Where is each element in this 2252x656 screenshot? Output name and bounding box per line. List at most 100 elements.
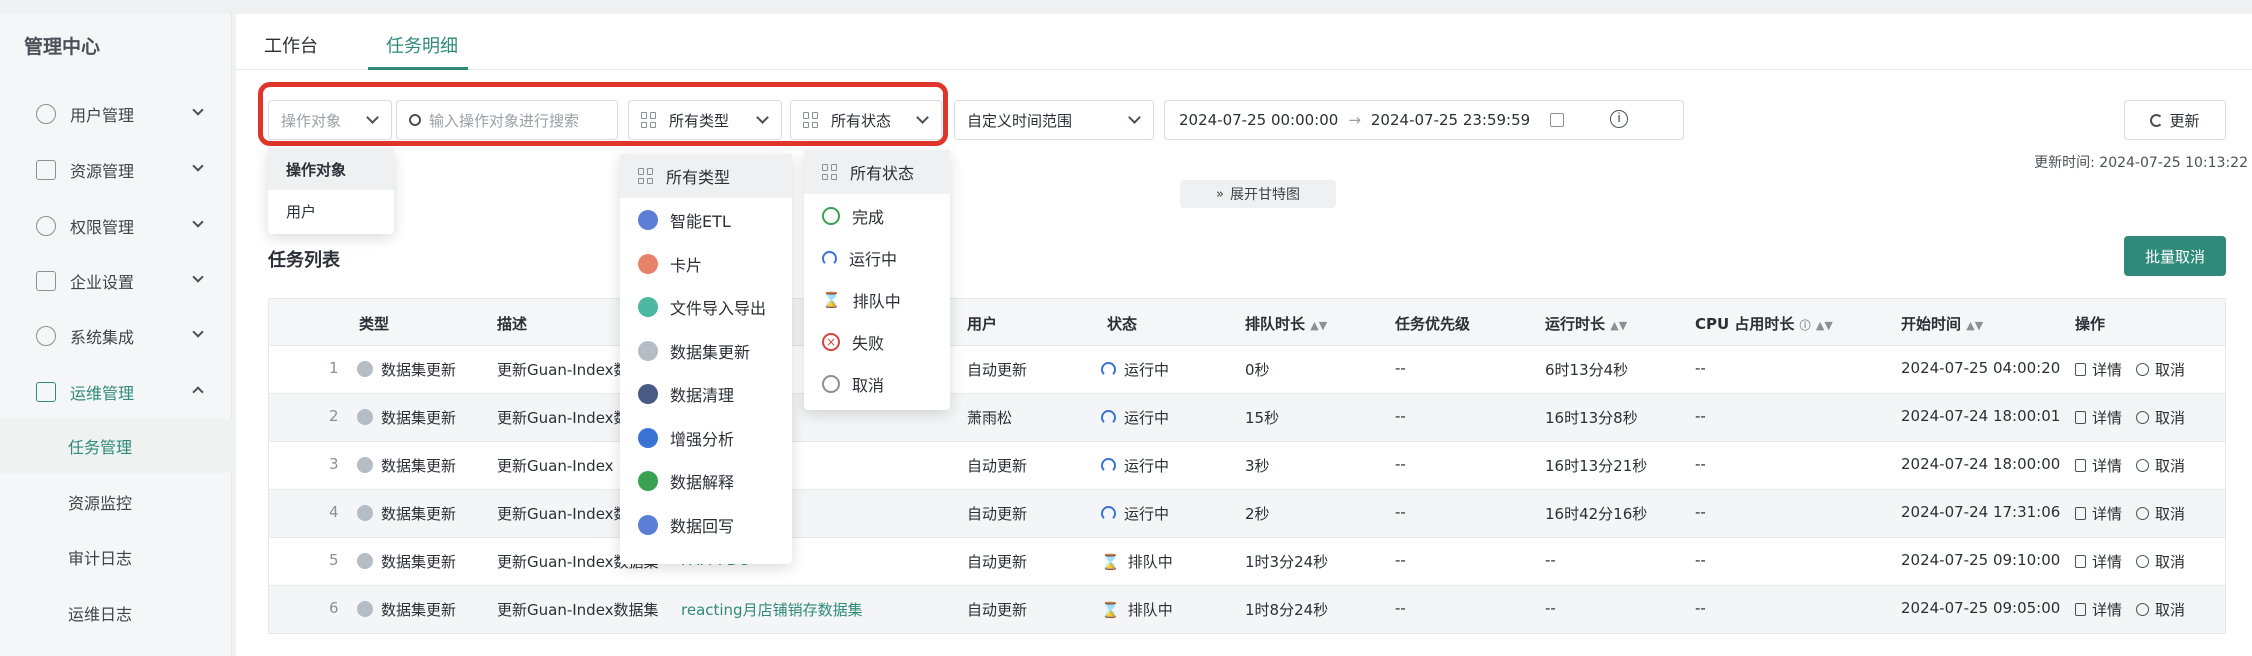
cancel-button[interactable]: 取消 (2136, 359, 2185, 380)
highlight-annotation (258, 82, 948, 146)
expand-gantt-button[interactable]: » 展开甘特图 (1180, 180, 1336, 208)
cancel-button[interactable]: 取消 (2136, 551, 2185, 572)
ban-icon (2136, 459, 2150, 472)
type-cell: 数据集更新 (357, 455, 456, 476)
type-option[interactable]: 增强分析 (620, 416, 792, 460)
batch-cancel-button[interactable]: 批量取消 (2124, 236, 2226, 276)
spinner-icon (1101, 458, 1116, 473)
th-desc: 描述 (497, 315, 528, 333)
date-range-picker[interactable]: 2024-07-25 00:00:00 → 2024-07-25 23:59:5… (1164, 100, 1684, 140)
refresh-button[interactable]: 更新 (2124, 100, 2226, 140)
type-icon (638, 297, 658, 317)
queue-cell: 1时8分24秒 (1245, 601, 1329, 619)
type-icon (638, 427, 658, 448)
object-option-user[interactable]: 用户 (268, 190, 394, 232)
type-option[interactable]: 文件导入导出 (620, 285, 792, 329)
tab-bar: 工作台 任务明细 (236, 14, 2252, 70)
sidebar-item-label: 权限管理 (70, 218, 135, 237)
sort-icon: ▲▼ (1966, 319, 1984, 332)
status-option-all[interactable]: 所有状态 (804, 150, 950, 194)
priority-cell: -- (1395, 503, 1406, 521)
hourglass-icon: ⌛ (1101, 553, 1120, 571)
status-cell: ⌛ 排队中 (1101, 601, 1173, 619)
th-start[interactable]: 开始时间 ▲▼ (1901, 313, 1983, 334)
type-option[interactable]: 卡片 (620, 242, 792, 286)
type-option[interactable]: 智能ETL (620, 198, 792, 242)
status-option-failed[interactable]: × 失败 (804, 320, 950, 364)
sidebar-item-permission-management[interactable]: 权限管理 (0, 200, 232, 252)
th-cpu[interactable]: CPU 占用时长 ⓘ ▲▼ (1695, 313, 1833, 334)
desc-link[interactable]: reacting月店铺销存数据集 (681, 599, 863, 620)
sidebar-subitem-audit-log[interactable]: 审计日志 (0, 530, 232, 584)
user-cell: 自动更新 (967, 505, 1028, 523)
detail-button[interactable]: 详情 (2075, 457, 2122, 475)
desc-cell: 更新Guan-Index数 (497, 361, 629, 379)
tab-workbench[interactable]: 工作台 (264, 32, 318, 58)
type-option[interactable]: 数据解释 (620, 459, 792, 503)
th-run[interactable]: 运行时长 ▲▼ (1545, 313, 1627, 334)
type-cell: 数据集更新 (357, 503, 456, 524)
task-list-title: 任务列表 (268, 250, 340, 271)
status-option-running[interactable]: 运行中 (804, 236, 950, 280)
detail-button[interactable]: 详情 (2075, 409, 2122, 427)
sidebar: 管理中心 用户管理 资源管理 权限管理 企业设置 系统集成 运维管理 任务管理 … (0, 14, 232, 656)
sidebar-item-label: 系统集成 (70, 328, 135, 347)
chevron-down-icon (1128, 111, 1141, 124)
sidebar-item-system-integration[interactable]: 系统集成 (0, 310, 232, 362)
sidebar-item-label: 运维管理 (70, 384, 135, 403)
detail-button[interactable]: 详情 (2075, 601, 2122, 619)
th-actions: 操作 (2075, 315, 2106, 333)
info-icon[interactable]: i (1610, 110, 1628, 128)
ban-icon (2136, 507, 2150, 520)
cancel-button[interactable]: 取消 (2136, 503, 2185, 524)
sidebar-item-ops-management[interactable]: 运维管理 (0, 366, 232, 418)
detail-button[interactable]: 详情 (2075, 361, 2122, 379)
object-option-operation-object[interactable]: 操作对象 (268, 148, 394, 190)
status-option-cancelled[interactable]: 取消 (804, 362, 950, 406)
cancel-button[interactable]: 取消 (2136, 407, 2185, 428)
start-cell: 2024-07-25 09:10:00 (1901, 551, 2061, 569)
sidebar-item-user-management[interactable]: 用户管理 (0, 88, 232, 140)
table-header: 类型 描述 用户 状态 排队时长 ▲▼ 任务优先级 运行时长 ▲▼ CPU 占用… (268, 298, 2226, 346)
detail-button[interactable]: 详情 (2075, 553, 2122, 571)
top-strip (0, 0, 2252, 14)
type-dropdown: 所有类型 智能ETL 卡片 文件导入导出 数据集更新 数据清理 增强分析 数据解释 数据回写 (620, 154, 792, 564)
status-cell: 运行中 (1101, 359, 1169, 380)
type-option[interactable]: 所有类型 (620, 154, 792, 198)
type-option[interactable]: 数据清理 (620, 372, 792, 416)
queue-cell: 1时3分24秒 (1245, 553, 1329, 571)
cancel-button[interactable]: 取消 (2136, 455, 2185, 476)
sidebar-subitem-task-management[interactable]: 任务管理 (0, 419, 232, 473)
user-cell: 自动更新 (967, 457, 1028, 475)
type-option[interactable]: 数据集更新 (620, 329, 792, 373)
sidebar-item-enterprise-settings[interactable]: 企业设置 (0, 255, 232, 307)
table-row: 4 数据集更新 更新Guan-Index数 自动更新 运行中 2秒 -- 16时42分16秒 -… (268, 490, 2226, 538)
actions-cell: 详情 取消 (2075, 551, 2185, 572)
sidebar-item-resource-management[interactable]: 资源管理 (0, 144, 232, 196)
type-option[interactable]: 数据回写 (620, 503, 792, 547)
th-type: 类型 (359, 315, 390, 333)
cpu-cell: -- (1695, 551, 1706, 569)
sidebar-item-label: 企业设置 (70, 273, 135, 292)
dataset-icon (357, 457, 373, 473)
type-icon (638, 210, 658, 230)
chevron-down-icon (192, 271, 204, 283)
sidebar-subitem-ops-log[interactable]: 运维日志 (0, 586, 232, 640)
status-option-label: 排队中 (852, 292, 901, 311)
cancel-button[interactable]: 取消 (2136, 599, 2185, 620)
status-option-complete[interactable]: 完成 (804, 194, 950, 238)
dataset-icon (357, 505, 373, 521)
type-icon (638, 471, 658, 491)
sidebar-subitem-resource-monitor[interactable]: 资源监控 (0, 475, 232, 529)
user-cell: 自动更新 (967, 553, 1028, 571)
date-end: 2024-07-25 23:59:59 (1370, 111, 1531, 129)
list-icon (2075, 411, 2086, 424)
chevron-down-icon (192, 160, 204, 172)
th-queue[interactable]: 排队时长 ▲▼ (1245, 313, 1327, 334)
building-icon (36, 271, 56, 291)
detail-button[interactable]: 详情 (2075, 505, 2122, 523)
time-range-select[interactable]: 自定义时间范围 (954, 100, 1154, 140)
list-icon (2075, 603, 2086, 616)
status-option-queued[interactable]: ⌛ 排队中 (804, 278, 950, 322)
tab-task-details[interactable]: 任务明细 (386, 32, 458, 58)
